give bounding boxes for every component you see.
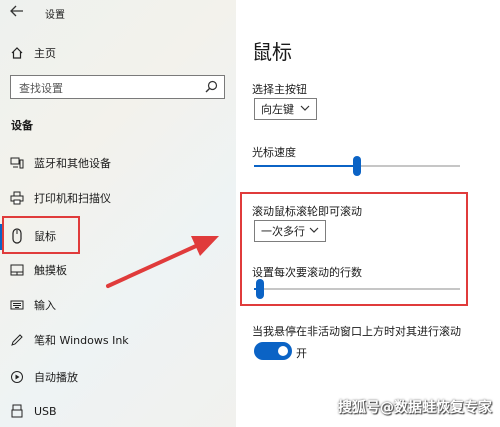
- pen-icon: [9, 332, 25, 348]
- window-title: 设置: [45, 10, 65, 21]
- sidebar: 设置 主页 查找设置 设备 蓝牙和其他设备 打印机和扫描仪 鼠标 触摸板 输入 …: [0, 0, 236, 427]
- sidebar-item-printers[interactable]: 打印机和扫描仪: [0, 187, 236, 209]
- sidebar-item-label: 打印机和扫描仪: [34, 192, 111, 205]
- primary-button-dropdown[interactable]: 向左键: [254, 98, 317, 120]
- cursor-speed-fill: [254, 165, 357, 167]
- cursor-speed-thumb[interactable]: [353, 156, 361, 176]
- home-icon: [9, 45, 25, 61]
- annotation-box-mouse: [2, 216, 80, 254]
- sidebar-item-autoplay[interactable]: 自动播放: [0, 366, 236, 388]
- touchpad-icon: [9, 262, 25, 278]
- sidebar-item-touchpad[interactable]: 触摸板: [0, 259, 236, 281]
- inactive-scroll-toggle[interactable]: [254, 342, 292, 360]
- section-title: 设备: [11, 119, 33, 132]
- sidebar-item-pen[interactable]: 笔和 Windows Ink: [0, 329, 236, 351]
- sidebar-item-label: 自动播放: [34, 371, 78, 384]
- search-icon[interactable]: [205, 80, 218, 96]
- page-title: 鼠标: [252, 40, 292, 64]
- home-label: 主页: [34, 47, 56, 60]
- keyboard-icon: [9, 297, 25, 313]
- sidebar-item-label: 输入: [34, 299, 56, 312]
- printer-icon: [9, 190, 25, 206]
- search-input[interactable]: 查找设置: [10, 75, 225, 99]
- back-arrow-icon[interactable]: [10, 5, 26, 19]
- sidebar-item-usb[interactable]: USB: [0, 400, 236, 422]
- toggle-knob: [278, 346, 288, 356]
- sidebar-item-bluetooth[interactable]: 蓝牙和其他设备: [0, 152, 236, 174]
- inactive-scroll-state: 开: [296, 347, 307, 360]
- bluetooth-devices-icon: [9, 155, 25, 171]
- primary-button-value: 向左键: [261, 103, 294, 116]
- watermark-text: 搜狐号@数据蛙恢复专家: [338, 400, 492, 416]
- sidebar-item-label: 笔和 Windows Ink: [34, 334, 129, 347]
- primary-button-label: 选择主按钮: [252, 83, 307, 96]
- annotation-box-scroll: [240, 192, 468, 306]
- usb-icon: [9, 403, 25, 419]
- nav-home[interactable]: 主页: [0, 42, 236, 64]
- sidebar-item-label: USB: [34, 404, 57, 418]
- sidebar-item-typing[interactable]: 输入: [0, 294, 236, 316]
- sidebar-item-label: 蓝牙和其他设备: [34, 157, 111, 170]
- chevron-down-icon: [300, 103, 310, 116]
- autoplay-icon: [9, 369, 25, 385]
- search-placeholder: 查找设置: [19, 82, 63, 95]
- cursor-speed-label: 光标速度: [252, 146, 296, 159]
- sidebar-item-label: 触摸板: [34, 264, 67, 277]
- inactive-scroll-label: 当我悬停在非活动窗口上方时对其进行滚动: [252, 325, 461, 338]
